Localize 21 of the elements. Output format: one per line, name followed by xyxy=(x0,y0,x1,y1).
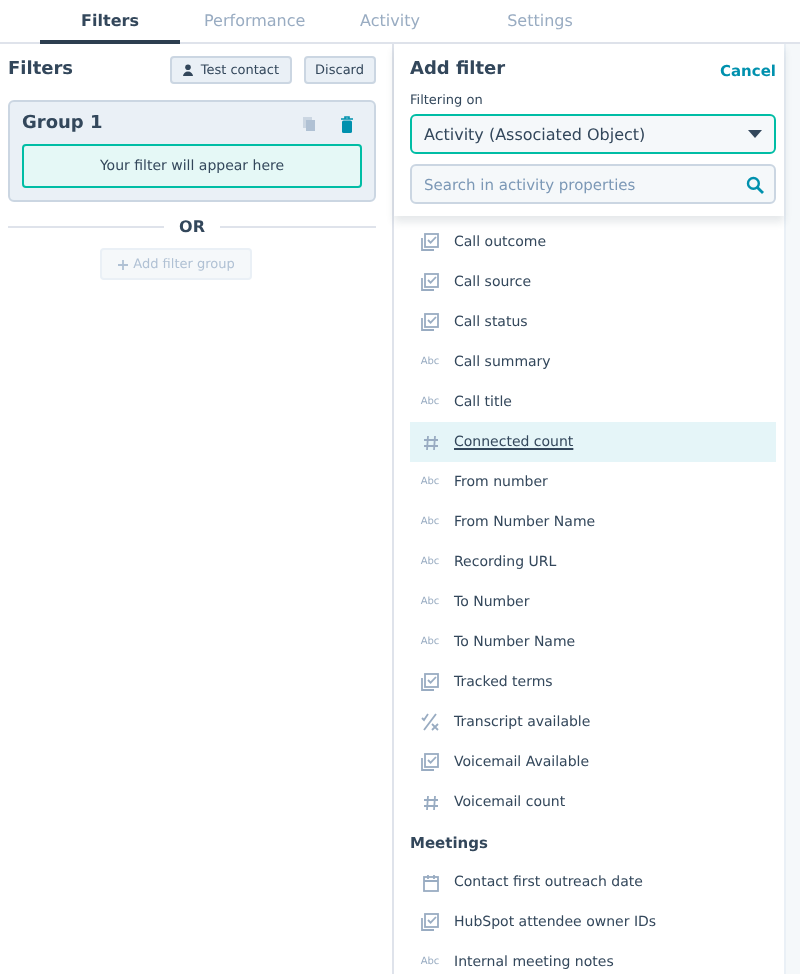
object-select[interactable]: Activity (Associated Object) xyxy=(410,114,776,154)
checklist-icon xyxy=(420,312,440,332)
check-cross-icon xyxy=(420,712,440,732)
trash-icon[interactable] xyxy=(340,115,354,133)
checklist-icon xyxy=(420,232,440,252)
group-title: Group 1 xyxy=(22,114,105,134)
checklist-icon xyxy=(420,752,440,772)
calendar-icon xyxy=(421,873,439,891)
checklist-icon xyxy=(420,912,440,932)
checklist-icon xyxy=(420,272,440,292)
hash-icon xyxy=(421,433,439,451)
hash-icon xyxy=(421,793,439,811)
tab[interactable]: Filters xyxy=(40,0,180,44)
caret-icon xyxy=(748,130,762,138)
or-divider-label: OR xyxy=(179,218,205,236)
plus-icon xyxy=(117,259,128,269)
person-icon xyxy=(182,64,195,76)
checklist-icon xyxy=(420,672,440,692)
search-icon[interactable] xyxy=(746,175,764,193)
panel-title: Add filter xyxy=(410,60,508,80)
panel-title: Filters xyxy=(8,60,76,80)
